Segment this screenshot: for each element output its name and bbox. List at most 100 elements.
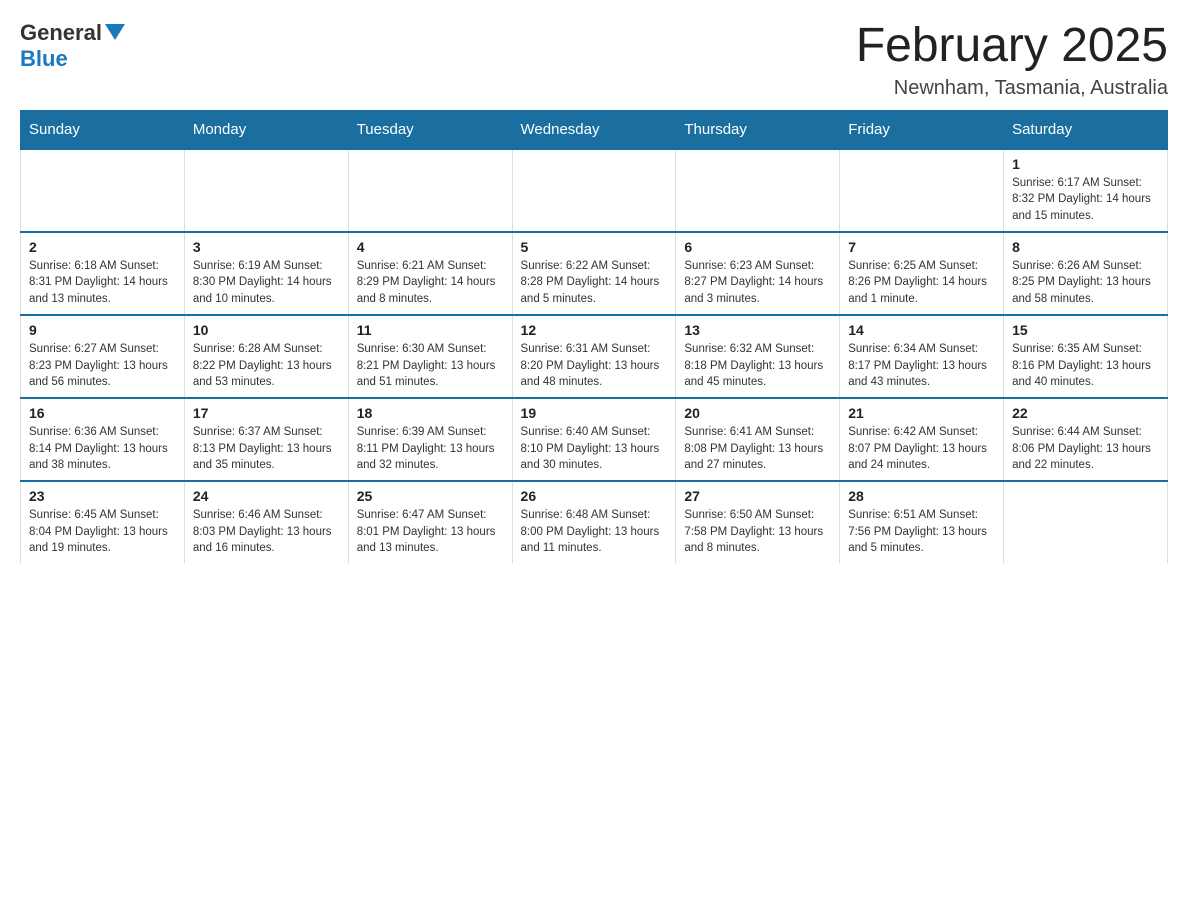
calendar-week-row: 9Sunrise: 6:27 AM Sunset: 8:23 PM Daylig…	[21, 315, 1168, 398]
calendar-cell: 6 Sunrise: 6:23 AM Sunset: 8:27 PM Daylig…	[676, 232, 840, 315]
calendar-cell: 20 Sunrise: 6:41 AM Sunset: 8:08 PM Dayli…	[676, 398, 840, 481]
calendar-cell: 3 Sunrise: 6:19 AM Sunset: 8:30 PM Daylig…	[184, 232, 348, 315]
day-info: Sunrise: 6:42 AM Sunset: 8:07 PM Dayligh…	[848, 424, 995, 474]
month-title: February 2025	[856, 20, 1168, 73]
calendar-cell: 9Sunrise: 6:27 AM Sunset: 8:23 PM Daylig…	[21, 315, 185, 398]
day-info: Sunrise: 6:46 AM Sunset: 8:03 PM Dayligh…	[193, 507, 340, 557]
day-number: 19	[521, 405, 668, 421]
day-info: Sunrise: 6:23 AM Sunset: 8:27 PM Dayligh…	[684, 258, 831, 308]
calendar-header-tuesday: Tuesday	[348, 110, 512, 149]
day-info: Sunrise: 6:32 AM Sunset: 8:18 PM Dayligh…	[684, 341, 831, 391]
day-info: Sunrise: 6:50 AM Sunset: 7:58 PM Dayligh…	[684, 507, 831, 557]
calendar-cell: 24 Sunrise: 6:46 AM Sunset: 8:03 PM Dayli…	[184, 481, 348, 563]
calendar-cell	[21, 149, 185, 232]
day-number: 2	[29, 239, 176, 255]
day-number: 16	[29, 405, 176, 421]
page-header: General Blue February 2025 Newnham, Tasm…	[20, 20, 1168, 100]
calendar-header-thursday: Thursday	[676, 110, 840, 149]
day-number: 11	[357, 322, 504, 338]
calendar-cell: 15 Sunrise: 6:35 AM Sunset: 8:16 PM Dayli…	[1004, 315, 1168, 398]
day-number: 3	[193, 239, 340, 255]
day-number: 10	[193, 322, 340, 338]
calendar-cell: 17Sunrise: 6:37 AM Sunset: 8:13 PM Dayli…	[184, 398, 348, 481]
calendar-cell	[840, 149, 1004, 232]
calendar-table: SundayMondayTuesdayWednesdayThursdayFrid…	[20, 110, 1168, 563]
day-number: 13	[684, 322, 831, 338]
calendar-cell: 25 Sunrise: 6:47 AM Sunset: 8:01 PM Dayli…	[348, 481, 512, 563]
title-area: February 2025 Newnham, Tasmania, Austral…	[856, 20, 1168, 100]
calendar-cell: 13 Sunrise: 6:32 AM Sunset: 8:18 PM Dayli…	[676, 315, 840, 398]
day-info: Sunrise: 6:28 AM Sunset: 8:22 PM Dayligh…	[193, 341, 340, 391]
calendar-cell: 16 Sunrise: 6:36 AM Sunset: 8:14 PM Dayli…	[21, 398, 185, 481]
calendar-cell: 4 Sunrise: 6:21 AM Sunset: 8:29 PM Daylig…	[348, 232, 512, 315]
day-number: 6	[684, 239, 831, 255]
calendar-cell: 23 Sunrise: 6:45 AM Sunset: 8:04 PM Dayli…	[21, 481, 185, 563]
day-info: Sunrise: 6:48 AM Sunset: 8:00 PM Dayligh…	[521, 507, 668, 557]
location-subtitle: Newnham, Tasmania, Australia	[856, 77, 1168, 100]
calendar-cell: 1 Sunrise: 6:17 AM Sunset: 8:32 PM Daylig…	[1004, 149, 1168, 232]
calendar-week-row: 16 Sunrise: 6:36 AM Sunset: 8:14 PM Dayli…	[21, 398, 1168, 481]
day-info: Sunrise: 6:40 AM Sunset: 8:10 PM Dayligh…	[521, 424, 668, 474]
day-number: 1	[1012, 156, 1159, 172]
day-number: 7	[848, 239, 995, 255]
day-number: 24	[193, 488, 340, 504]
day-info: Sunrise: 6:19 AM Sunset: 8:30 PM Dayligh…	[193, 258, 340, 308]
logo: General Blue	[20, 20, 125, 72]
day-number: 26	[521, 488, 668, 504]
calendar-header-friday: Friday	[840, 110, 1004, 149]
day-number: 27	[684, 488, 831, 504]
calendar-header-monday: Monday	[184, 110, 348, 149]
calendar-cell: 19 Sunrise: 6:40 AM Sunset: 8:10 PM Dayli…	[512, 398, 676, 481]
day-info: Sunrise: 6:35 AM Sunset: 8:16 PM Dayligh…	[1012, 341, 1159, 391]
calendar-cell	[1004, 481, 1168, 563]
day-info: Sunrise: 6:25 AM Sunset: 8:26 PM Dayligh…	[848, 258, 995, 308]
day-number: 8	[1012, 239, 1159, 255]
calendar-cell: 27 Sunrise: 6:50 AM Sunset: 7:58 PM Dayli…	[676, 481, 840, 563]
day-number: 14	[848, 322, 995, 338]
day-number: 28	[848, 488, 995, 504]
calendar-cell	[676, 149, 840, 232]
day-info: Sunrise: 6:41 AM Sunset: 8:08 PM Dayligh…	[684, 424, 831, 474]
day-number: 5	[521, 239, 668, 255]
day-number: 20	[684, 405, 831, 421]
day-info: Sunrise: 6:44 AM Sunset: 8:06 PM Dayligh…	[1012, 424, 1159, 474]
day-info: Sunrise: 6:30 AM Sunset: 8:21 PM Dayligh…	[357, 341, 504, 391]
calendar-header-row: SundayMondayTuesdayWednesdayThursdayFrid…	[21, 110, 1168, 149]
calendar-cell: 8 Sunrise: 6:26 AM Sunset: 8:25 PM Daylig…	[1004, 232, 1168, 315]
day-info: Sunrise: 6:39 AM Sunset: 8:11 PM Dayligh…	[357, 424, 504, 474]
calendar-week-row: 1 Sunrise: 6:17 AM Sunset: 8:32 PM Daylig…	[21, 149, 1168, 232]
day-info: Sunrise: 6:31 AM Sunset: 8:20 PM Dayligh…	[521, 341, 668, 391]
calendar-cell: 5 Sunrise: 6:22 AM Sunset: 8:28 PM Daylig…	[512, 232, 676, 315]
day-number: 22	[1012, 405, 1159, 421]
day-info: Sunrise: 6:22 AM Sunset: 8:28 PM Dayligh…	[521, 258, 668, 308]
day-info: Sunrise: 6:51 AM Sunset: 7:56 PM Dayligh…	[848, 507, 995, 557]
calendar-cell: 26 Sunrise: 6:48 AM Sunset: 8:00 PM Dayli…	[512, 481, 676, 563]
day-info: Sunrise: 6:26 AM Sunset: 8:25 PM Dayligh…	[1012, 258, 1159, 308]
day-info: Sunrise: 6:18 AM Sunset: 8:31 PM Dayligh…	[29, 258, 176, 308]
calendar-week-row: 23 Sunrise: 6:45 AM Sunset: 8:04 PM Dayli…	[21, 481, 1168, 563]
day-info: Sunrise: 6:47 AM Sunset: 8:01 PM Dayligh…	[357, 507, 504, 557]
day-info: Sunrise: 6:34 AM Sunset: 8:17 PM Dayligh…	[848, 341, 995, 391]
calendar-cell: 11 Sunrise: 6:30 AM Sunset: 8:21 PM Dayli…	[348, 315, 512, 398]
calendar-cell: 10 Sunrise: 6:28 AM Sunset: 8:22 PM Dayli…	[184, 315, 348, 398]
day-info: Sunrise: 6:45 AM Sunset: 8:04 PM Dayligh…	[29, 507, 176, 557]
day-number: 17	[193, 405, 340, 421]
day-info: Sunrise: 6:36 AM Sunset: 8:14 PM Dayligh…	[29, 424, 176, 474]
day-number: 4	[357, 239, 504, 255]
calendar-cell	[348, 149, 512, 232]
calendar-cell	[184, 149, 348, 232]
day-number: 18	[357, 405, 504, 421]
day-info: Sunrise: 6:21 AM Sunset: 8:29 PM Dayligh…	[357, 258, 504, 308]
logo-general-text: General	[20, 20, 102, 46]
calendar-cell: 28 Sunrise: 6:51 AM Sunset: 7:56 PM Dayli…	[840, 481, 1004, 563]
day-number: 15	[1012, 322, 1159, 338]
calendar-cell: 21 Sunrise: 6:42 AM Sunset: 8:07 PM Dayli…	[840, 398, 1004, 481]
calendar-cell: 22 Sunrise: 6:44 AM Sunset: 8:06 PM Dayli…	[1004, 398, 1168, 481]
calendar-cell: 12Sunrise: 6:31 AM Sunset: 8:20 PM Dayli…	[512, 315, 676, 398]
day-number: 25	[357, 488, 504, 504]
day-number: 23	[29, 488, 176, 504]
calendar-header-saturday: Saturday	[1004, 110, 1168, 149]
day-number: 21	[848, 405, 995, 421]
calendar-cell: 18 Sunrise: 6:39 AM Sunset: 8:11 PM Dayli…	[348, 398, 512, 481]
day-info: Sunrise: 6:17 AM Sunset: 8:32 PM Dayligh…	[1012, 175, 1159, 225]
